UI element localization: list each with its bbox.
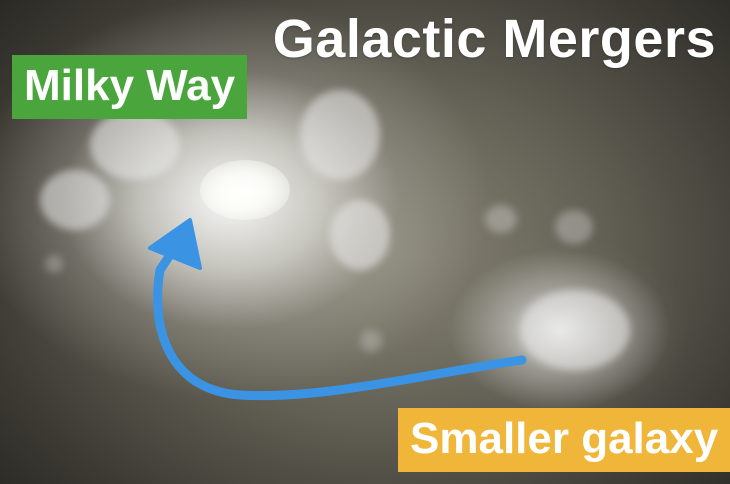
slide-title: Galactic Mergers [272,9,716,69]
smaller-galaxy-label: Smaller galaxy [398,408,730,472]
milky-way-label: Milky Way [12,55,248,119]
galaxy-merger-scene: Galactic Mergers Milky Way Smaller galax… [0,0,730,484]
arrow-head [148,218,202,270]
arrow-shaft [153,247,527,401]
